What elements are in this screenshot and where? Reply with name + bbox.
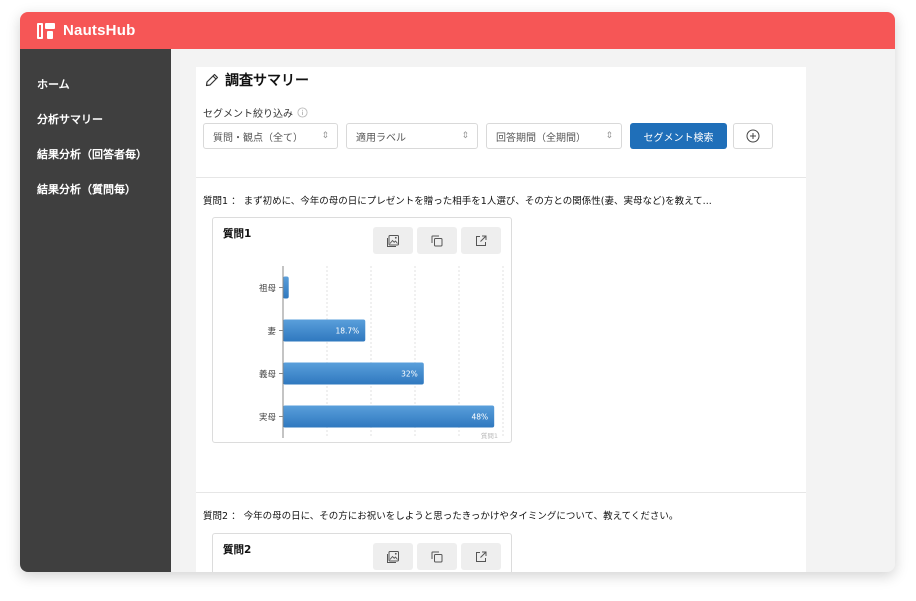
data-label: 32% (401, 370, 418, 379)
top-bar: NautsHub (20, 12, 895, 49)
copy-button[interactable] (417, 227, 457, 254)
chart-footer-label: 質問1 (481, 431, 498, 440)
question-1-text: 質問1 ： まず初めに、今年の母の日にプレゼントを贈った相手を1人選び、その方と… (203, 196, 712, 207)
question-1-card-title: 質問1 (223, 228, 252, 240)
question-2-card-title: 質問2 (223, 544, 252, 556)
question-filter-value: 質問・観点（全て） (213, 132, 303, 144)
sidebar: ホーム 分析サマリー 結果分析（回答者毎） 結果分析（質問毎） (20, 49, 171, 572)
question-1-chart-card: 祖母妻 18.7% 義母 32% 実母 48% 質問1 質問1 (212, 217, 512, 443)
export-button[interactable] (461, 543, 501, 570)
app-logo[interactable]: NautsHub (36, 21, 135, 41)
main-content: 調査サマリー セグメント絞り込み 質問・観点（全て） ⇕ 適用ラベル ⇕ 回答期… (196, 67, 806, 572)
sidebar-item-results-by-question[interactable]: 結果分析（質問毎） (20, 176, 171, 211)
question-filter-select[interactable]: 質問・観点（全て） ⇕ (203, 123, 338, 149)
data-label: 48% (472, 413, 489, 422)
page-title: 調査サマリー (225, 73, 309, 89)
bar-祖母 (283, 276, 289, 299)
category-label: 義母 (259, 369, 276, 380)
segment-label: セグメント絞り込み (203, 109, 293, 120)
external-link-icon (476, 551, 487, 562)
label-filter-value: 適用ラベル (356, 132, 406, 144)
chart-toolbar (373, 543, 501, 570)
info-icon[interactable] (297, 107, 308, 118)
sidebar-item-analysis-summary[interactable]: 分析サマリー (20, 106, 171, 141)
save-image-button[interactable] (373, 227, 413, 254)
copy-icon (431, 235, 443, 246)
save-image-button[interactable] (373, 543, 413, 570)
image-icon (387, 234, 399, 247)
section-divider (196, 492, 806, 493)
copy-icon (431, 551, 443, 562)
category-label: 実母 (259, 412, 276, 423)
copy-button[interactable] (417, 543, 457, 570)
nautshub-logo-icon (37, 22, 55, 39)
app-name: NautsHub (63, 22, 136, 39)
pen-icon (205, 73, 219, 87)
chevron-up-down-icon: ⇕ (321, 131, 329, 141)
external-link-icon (476, 235, 487, 246)
question-2-text: 質問2 ： 今年の母の日に、その方にお祝いをしようと思ったきっかけやタイミングに… (203, 511, 679, 522)
segment-search-button[interactable]: セグメント検索 (630, 123, 727, 149)
period-filter-value: 回答期間（全期間） (496, 132, 586, 144)
section-divider (196, 177, 806, 178)
category-label: 妻 (267, 326, 276, 337)
data-label: 18.7% (335, 327, 359, 336)
page-title-row: 調査サマリー (205, 70, 309, 90)
category-label: 祖母 (259, 283, 276, 294)
segment-filter-row: 質問・観点（全て） ⇕ 適用ラベル ⇕ 回答期間（全期間） ⇕ セグメント検索 (203, 123, 773, 149)
image-icon (387, 550, 399, 563)
label-filter-select[interactable]: 適用ラベル ⇕ (346, 123, 478, 149)
sidebar-item-results-by-respondent[interactable]: 結果分析（回答者毎） (20, 141, 171, 176)
app-window: NautsHub ホーム 分析サマリー 結果分析（回答者毎） 結果分析（質問毎）… (20, 12, 895, 572)
segment-label-row: セグメント絞り込み (203, 105, 308, 120)
add-segment-button[interactable] (733, 123, 773, 149)
question-2-chart-card: 質問2 (212, 533, 512, 572)
plus-circle-icon (746, 129, 760, 143)
sidebar-item-home[interactable]: ホーム (20, 71, 171, 106)
chevron-up-down-icon: ⇕ (461, 131, 469, 141)
export-button[interactable] (461, 227, 501, 254)
bar-実母 (283, 405, 495, 428)
period-filter-select[interactable]: 回答期間（全期間） ⇕ (486, 123, 622, 149)
chart-toolbar (373, 227, 501, 254)
chevron-up-down-icon: ⇕ (605, 131, 613, 141)
